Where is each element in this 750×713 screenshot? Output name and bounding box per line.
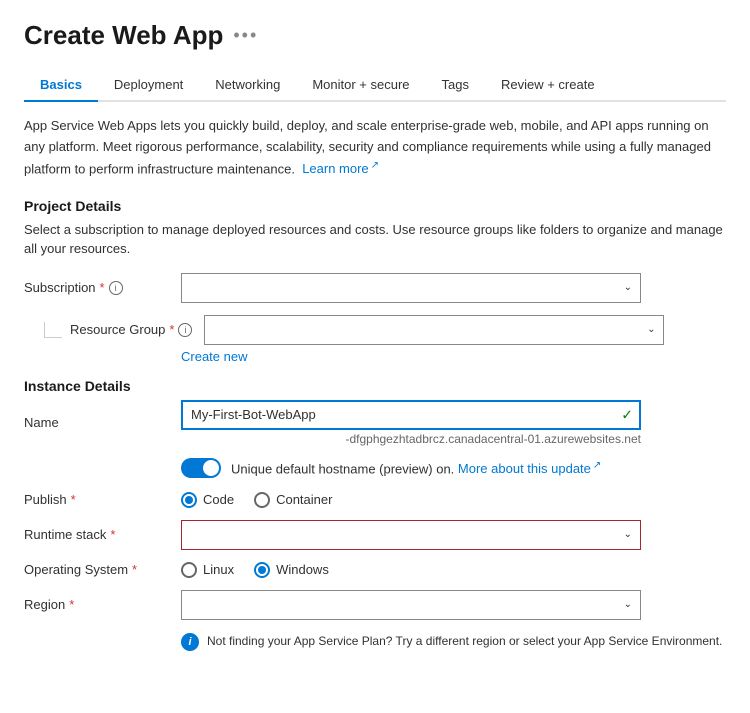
name-control-wrap: ✓ -dfgphgezhtadbrcz.canadacentral-01.azu… [181,400,641,446]
runtime-stack-control-wrap: ⌄ [181,520,641,550]
publish-container-option[interactable]: Container [254,492,332,508]
tab-deployment[interactable]: Deployment [98,69,199,102]
hostname-toggle[interactable] [181,458,221,478]
hostname-more-link[interactable]: More about this update↗ [458,461,601,476]
os-windows-option[interactable]: Windows [254,562,329,578]
publish-container-radio[interactable] [254,492,270,508]
tab-bar: Basics Deployment Networking Monitor + s… [24,69,726,102]
runtime-stack-row: Runtime stack * ⌄ [24,520,726,550]
instance-details-heading: Instance Details [24,378,726,394]
os-radio-group: Linux Windows [181,562,641,578]
publish-code-radio[interactable] [181,492,197,508]
name-input[interactable] [181,400,641,430]
domain-suffix: -dfgphgezhtadbrcz.canadacentral-01.azure… [181,432,641,446]
resource-group-dropdown[interactable]: ⌄ [204,315,664,345]
service-description: App Service Web Apps lets you quickly bu… [24,116,726,180]
project-details-section: Project Details Select a subscription to… [24,198,726,364]
hostname-label: Unique default hostname (preview) on. Mo… [231,460,601,476]
subscription-dropdown[interactable]: ⌄ [181,273,641,303]
region-label: Region * [24,597,169,612]
name-label: Name [24,415,169,430]
publish-code-option[interactable]: Code [181,492,234,508]
runtime-stack-label: Runtime stack * [24,527,169,542]
resource-group-dropdown-arrow: ⌄ [647,324,655,335]
project-details-heading: Project Details [24,198,726,214]
project-details-description: Select a subscription to manage deployed… [24,220,726,259]
page-title: Create Web App [24,20,223,51]
subscription-info-icon[interactable]: i [109,281,123,295]
runtime-stack-arrow: ⌄ [624,529,632,540]
toggle-knob [203,460,219,476]
os-required: * [132,562,137,577]
tree-indent: Resource Group * i [24,322,192,338]
resource-group-label: Resource Group * i [70,322,192,337]
region-row: Region * ⌄ [24,590,726,620]
os-row: Operating System * Linux Windows [24,562,726,578]
resource-group-required: * [169,322,174,337]
external-link-icon: ↗ [371,160,379,171]
subscription-label: Subscription * i [24,280,169,295]
region-control-wrap: ⌄ [181,590,641,620]
publish-radio-group: Code Container [181,492,641,508]
hostname-row: Unique default hostname (preview) on. Mo… [24,458,726,478]
learn-more-link[interactable]: Learn more↗ [302,161,379,176]
info-note-text: Not finding your App Service Plan? Try a… [207,632,722,650]
name-valid-icon: ✓ [621,406,633,423]
more-options-icon[interactable]: ••• [233,25,258,46]
tab-basics[interactable]: Basics [24,69,98,102]
os-control-wrap: Linux Windows [181,562,641,578]
tab-monitor-secure[interactable]: Monitor + secure [296,69,425,102]
os-label: Operating System * [24,562,169,577]
subscription-required: * [100,280,105,295]
info-note: i Not finding your App Service Plan? Try… [24,632,726,651]
publish-control-wrap: Code Container [181,492,641,508]
subscription-dropdown-arrow: ⌄ [624,282,632,293]
page-header: Create Web App ••• [24,20,726,51]
region-required: * [69,597,74,612]
tree-line [44,322,62,338]
resource-group-control-wrap: ⌄ [204,315,664,345]
publish-label: Publish * [24,492,169,507]
runtime-stack-required: * [110,527,115,542]
tab-tags[interactable]: Tags [426,69,485,102]
info-note-icon: i [181,633,199,651]
instance-details-section: Instance Details Name ✓ -dfgphgezhtadbrc… [24,378,726,651]
os-linux-option[interactable]: Linux [181,562,234,578]
subscription-control-wrap: ⌄ [181,273,641,303]
subscription-row: Subscription * i ⌄ [24,273,726,303]
tab-review-create[interactable]: Review + create [485,69,611,102]
name-input-wrap: ✓ [181,400,641,430]
runtime-stack-dropdown[interactable]: ⌄ [181,520,641,550]
publish-required: * [71,492,76,507]
os-linux-radio[interactable] [181,562,197,578]
tab-networking[interactable]: Networking [199,69,296,102]
resource-group-row: Resource Group * i ⌄ [24,315,726,345]
name-row: Name ✓ -dfgphgezhtadbrcz.canadacentral-0… [24,400,726,446]
resource-group-info-icon[interactable]: i [178,323,192,337]
region-dropdown-arrow: ⌄ [624,599,632,610]
publish-row: Publish * Code Container [24,492,726,508]
hostname-external-icon: ↗ [593,460,601,471]
region-dropdown[interactable]: ⌄ [181,590,641,620]
os-windows-radio[interactable] [254,562,270,578]
create-new-link[interactable]: Create new [24,349,726,364]
